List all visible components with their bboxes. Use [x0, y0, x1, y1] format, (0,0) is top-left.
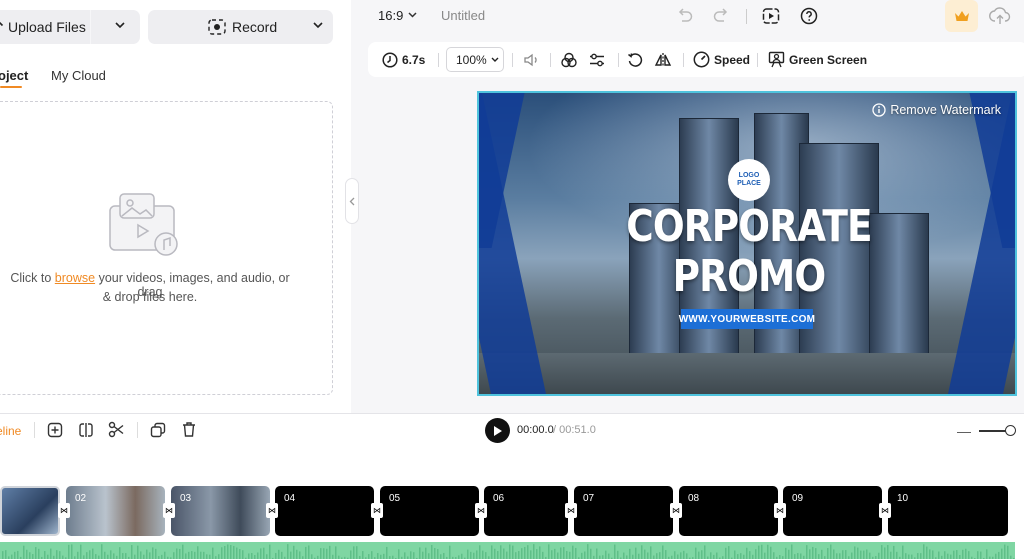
- chevron-down-icon[interactable]: [115, 22, 125, 29]
- timeline-zoom-handle[interactable]: [1005, 425, 1016, 436]
- chevron-down-icon[interactable]: [408, 12, 417, 18]
- chevron-down-icon[interactable]: [313, 22, 323, 29]
- timeline-clip[interactable]: 07: [574, 486, 673, 536]
- record-label: Record: [232, 19, 278, 35]
- transition-icon[interactable]: ⋈: [163, 503, 175, 518]
- green-screen-button[interactable]: Green Screen: [768, 42, 867, 77]
- speedometer-icon: [693, 51, 710, 68]
- transition-icon[interactable]: ⋈: [371, 503, 383, 518]
- timeline-clip[interactable]: 10: [888, 486, 1008, 536]
- transition-icon[interactable]: ⋈: [475, 503, 487, 518]
- transition-icon[interactable]: ⋈: [565, 503, 577, 518]
- video-preview-canvas[interactable]: LOGO PLACE CORPORATE PROMO WWW.YOURWEBSIT…: [477, 91, 1017, 396]
- timeline-clip[interactable]: 09: [783, 486, 882, 536]
- current-time: 00:00.0: [517, 424, 554, 436]
- speed-label: Speed: [714, 52, 751, 67]
- add-icon[interactable]: [47, 422, 63, 438]
- transition-icon[interactable]: ⋈: [774, 503, 786, 518]
- transition-icon[interactable]: ⋈: [879, 503, 891, 518]
- undo-icon[interactable]: [676, 8, 693, 24]
- green-screen-label: Green Screen: [789, 52, 868, 67]
- timeline-clip[interactable]: 02: [66, 486, 165, 536]
- flip-icon[interactable]: [654, 42, 672, 77]
- chevron-down-icon: [491, 57, 499, 62]
- play-button[interactable]: [485, 418, 510, 443]
- timeline-clip[interactable]: 06: [484, 486, 568, 536]
- rotate-icon[interactable]: [627, 42, 643, 77]
- remove-watermark-button[interactable]: Remove Watermark: [872, 103, 1001, 117]
- timeline-panel: eline 00:00.0 / 00:51.0 — 02 03 04 05 06…: [0, 413, 1024, 559]
- volume-icon[interactable]: [523, 42, 539, 77]
- upload-files-label: Upload Files: [8, 19, 86, 35]
- preview-play-icon[interactable]: [762, 7, 780, 25]
- scissors-icon[interactable]: [108, 421, 125, 438]
- record-icon: [208, 19, 226, 35]
- transition-icon[interactable]: ⋈: [266, 503, 278, 518]
- timeline-clip[interactable]: 04: [275, 486, 374, 536]
- duration-button[interactable]: 6.7s: [382, 42, 425, 77]
- premium-crown-button[interactable]: [945, 0, 978, 32]
- record-button[interactable]: Record: [148, 10, 333, 44]
- adjust-icon[interactable]: [588, 42, 606, 77]
- website-banner: WWW.YOURWEBSITE.COM: [679, 309, 815, 329]
- audio-track-waveform[interactable]: [0, 542, 1015, 559]
- info-icon: [872, 103, 886, 117]
- timeline-clip[interactable]: 08: [679, 486, 778, 536]
- headline-line-2: PROMO: [672, 251, 827, 302]
- timeline-clip[interactable]: 03: [171, 486, 270, 536]
- zoom-value: 100%: [456, 52, 487, 67]
- drop-zone-text-line2: & drop files here.: [102, 290, 198, 304]
- duplicate-icon[interactable]: [150, 422, 166, 438]
- cloud-upload-icon[interactable]: [988, 6, 1012, 26]
- tab-my-cloud[interactable]: My Cloud: [51, 68, 106, 83]
- split-icon[interactable]: [78, 422, 94, 438]
- logo-placeholder: LOGO PLACE: [728, 159, 770, 201]
- browse-link[interactable]: browse: [55, 271, 95, 285]
- tab-project[interactable]: oject: [0, 68, 28, 83]
- green-screen-icon: [768, 51, 785, 68]
- total-duration: / 00:51.0: [553, 424, 596, 436]
- active-tab-indicator: [0, 86, 22, 88]
- help-icon[interactable]: [800, 7, 818, 25]
- timeline-clip[interactable]: 05: [380, 486, 479, 536]
- upload-files-button[interactable]: Upload Files: [0, 10, 140, 44]
- timeline-clip[interactable]: [0, 486, 60, 536]
- redo-icon[interactable]: [713, 8, 730, 24]
- collapse-panel-button[interactable]: [345, 178, 359, 224]
- media-files-icon: [108, 192, 182, 256]
- duration-value: 6.7s: [402, 52, 426, 67]
- timeline-tab[interactable]: eline: [0, 424, 21, 438]
- media-panel: Upload Files Record oject My Cloud Click…: [0, 0, 351, 413]
- clock-icon: [382, 51, 398, 68]
- transition-icon[interactable]: ⋈: [58, 503, 70, 518]
- trash-icon[interactable]: [181, 421, 197, 438]
- zoom-select[interactable]: 100%: [446, 47, 504, 72]
- project-title[interactable]: Untitled: [441, 8, 485, 23]
- upload-icon: [0, 21, 4, 33]
- clip-toolbar: 6.7s 100% Speed Green Screen: [368, 42, 1024, 77]
- transition-icon[interactable]: ⋈: [670, 503, 682, 518]
- filters-icon[interactable]: [560, 42, 578, 77]
- aspect-ratio-select[interactable]: 16:9: [378, 8, 403, 23]
- zoom-out-icon[interactable]: —: [957, 423, 971, 439]
- speed-button[interactable]: Speed: [693, 42, 750, 77]
- headline-line-1: CORPORATE: [626, 201, 872, 252]
